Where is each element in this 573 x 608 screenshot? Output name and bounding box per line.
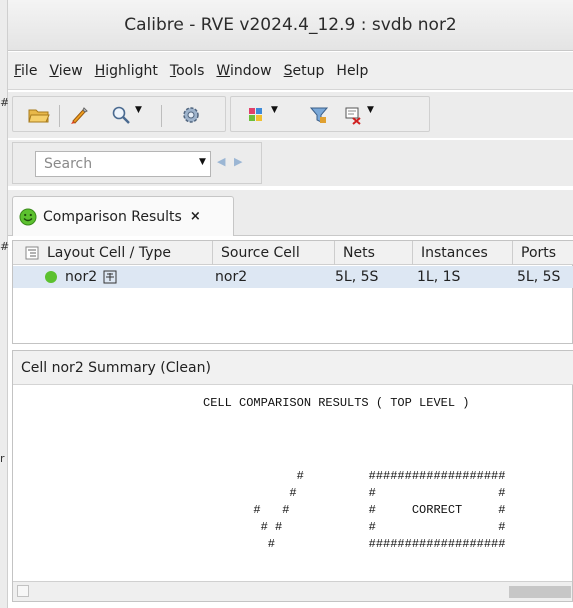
search-group: ▼ ◀ ▶ [12, 142, 262, 184]
report-banner-line: # # # [203, 486, 506, 500]
tab-row: Comparison Results × [8, 190, 573, 236]
search-toolbar: ▼ ◀ ▶ [8, 140, 573, 186]
strip-mark: r [0, 452, 5, 465]
toolbar-group-main: ▼ [12, 96, 226, 132]
menu-window[interactable]: Window [216, 63, 271, 79]
column-header-label: Nets [343, 245, 375, 261]
left-window-strip: # # r [0, 0, 10, 608]
column-header-ports[interactable]: Ports [513, 241, 573, 265]
report-banner-line: # ################### [203, 469, 506, 483]
table-header: Layout Cell / Type Source Cell Nets Inst… [13, 241, 573, 265]
layout-view-icon[interactable] [341, 103, 365, 127]
folder-open-icon[interactable] [27, 103, 51, 127]
menu-tools-label: ools [176, 62, 205, 79]
menu-view-mnemonic: V [49, 62, 59, 79]
layout-cell-name: nor2 [65, 269, 98, 285]
search-dropdown-arrow-icon[interactable]: ▼ [199, 157, 206, 167]
menu-setup-mnemonic: S [283, 62, 293, 79]
menu-help[interactable]: Help [336, 63, 368, 79]
scroll-left-icon[interactable] [17, 585, 29, 597]
cell-source-cell: nor2 [215, 269, 248, 285]
scrollbar-thumb[interactable] [509, 586, 571, 598]
column-header-label: Source Cell [221, 245, 300, 261]
toolbar: ▼ ▼ ▼ [8, 92, 573, 138]
cell-instances: 1L, 1S [417, 269, 461, 285]
column-header-label: Instances [421, 245, 488, 261]
next-result-icon[interactable]: ▶ [234, 155, 242, 168]
column-header-label: Layout Cell / Type [47, 245, 171, 261]
column-header-instances[interactable]: Instances [413, 241, 513, 265]
palette-dropdown-arrow-icon[interactable]: ▼ [271, 105, 278, 115]
column-header-nets[interactable]: Nets [335, 241, 413, 265]
report-banner-line: # # # # [203, 520, 506, 534]
menu-highlight-label: ighlight [105, 62, 158, 79]
search-input[interactable] [35, 151, 211, 177]
layout-dropdown-arrow-icon[interactable]: ▼ [367, 105, 374, 115]
window-title: Calibre - RVE v2024.4_12.9 : svdb nor2 [124, 15, 457, 35]
menu-help-mnemonic: H [336, 62, 347, 79]
previous-result-icon[interactable]: ◀ [217, 155, 225, 168]
report-banner-line: # ################### [203, 537, 506, 551]
menu-file-label: ile [21, 62, 38, 79]
clean-status-dot-icon [45, 271, 57, 283]
window-titlebar: Calibre - RVE v2024.4_12.9 : svdb nor2 [8, 0, 573, 51]
report-banner-line: # # # CORRECT # [203, 503, 506, 517]
zoom-icon[interactable] [109, 103, 133, 127]
strip-mark: # [0, 240, 10, 253]
cell-ports: 5L, 5S [517, 269, 561, 285]
tab-label: Comparison Results [43, 208, 182, 225]
table-row[interactable]: nor2 nor2 5L, 5S 1L, 1S 5L, 5S [13, 266, 573, 288]
column-header-layout-cell[interactable]: Layout Cell / Type [13, 241, 213, 265]
menu-highlight[interactable]: Highlight [95, 63, 158, 79]
menu-window-mnemonic: W [216, 62, 230, 79]
menu-window-label: indow [229, 62, 272, 79]
settings-gear-icon[interactable] [179, 103, 203, 127]
cell-hierarchy-icon [103, 270, 117, 284]
color-palette-icon[interactable] [245, 103, 269, 127]
menu-bar: File View Highlight Tools Window Setup H… [8, 52, 573, 90]
tab-comparison-results[interactable]: Comparison Results × [12, 196, 234, 236]
toolbar-separator [161, 105, 162, 127]
smiley-status-icon [19, 208, 37, 225]
summary-report[interactable]: CELL COMPARISON RESULTS ( TOP LEVEL ) # … [13, 385, 573, 581]
comparison-results-table: Layout Cell / Type Source Cell Nets Inst… [12, 240, 573, 344]
menu-setup-label: etup [292, 62, 325, 79]
menu-view[interactable]: View [49, 63, 82, 79]
highlight-pen-icon[interactable] [67, 103, 91, 127]
column-header-source-cell[interactable]: Source Cell [213, 241, 335, 265]
filter-icon[interactable] [307, 103, 331, 127]
menu-highlight-mnemonic: H [94, 62, 106, 79]
column-header-label: Ports [521, 245, 557, 261]
menu-tools[interactable]: Tools [170, 63, 205, 79]
cell-summary-panel: Cell nor2 Summary (Clean) CELL COMPARISO… [12, 350, 573, 602]
report-heading: CELL COMPARISON RESULTS ( TOP LEVEL ) [203, 396, 470, 410]
menu-view-label: iew [58, 62, 83, 79]
zoom-dropdown-arrow-icon[interactable]: ▼ [135, 105, 142, 115]
horizontal-scrollbar[interactable] [13, 581, 572, 601]
toolbar-separator [59, 105, 60, 127]
cell-layout-cell: nor2 [45, 266, 211, 288]
toolbar-group-view: ▼ ▼ [230, 96, 430, 132]
menu-help-label: elp [346, 62, 369, 79]
summary-title: Cell nor2 Summary (Clean) [13, 351, 573, 385]
hierarchy-icon [25, 246, 39, 260]
close-tab-icon[interactable]: × [190, 209, 201, 224]
menu-file[interactable]: File [14, 63, 37, 79]
menu-file-mnemonic: F [14, 62, 22, 79]
menu-setup[interactable]: Setup [284, 63, 325, 79]
cell-nets: 5L, 5S [335, 269, 379, 285]
